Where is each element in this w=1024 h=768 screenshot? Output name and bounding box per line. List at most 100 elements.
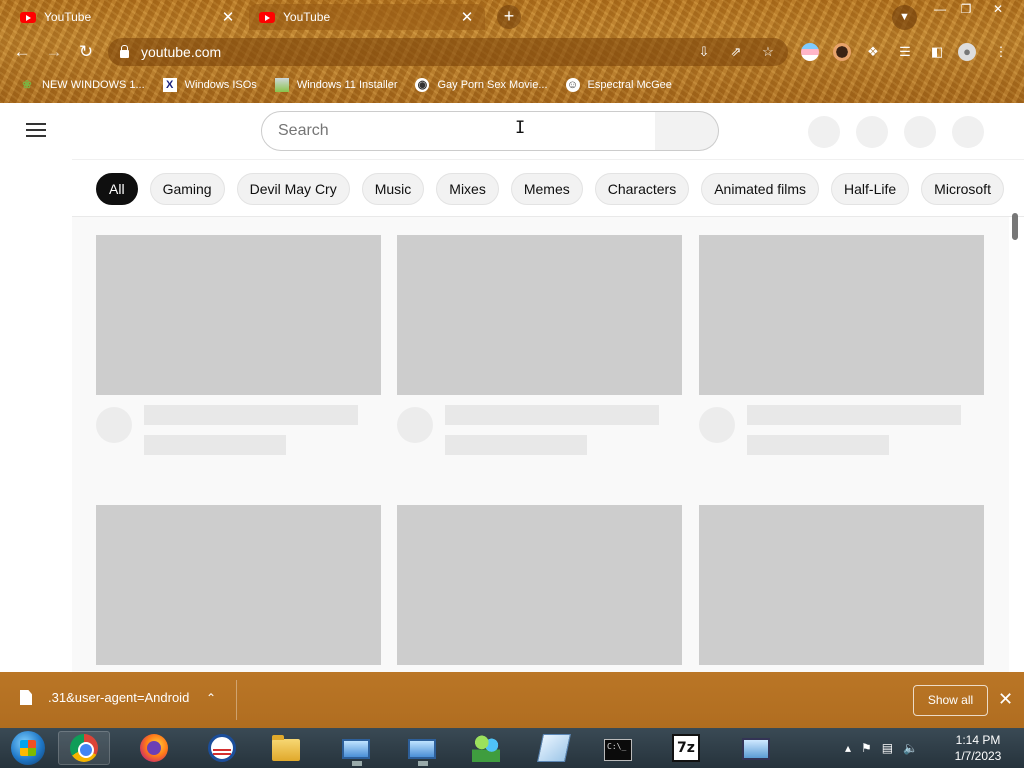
bookmark-movie-site[interactable]: ◉ Gay Porn Sex Movie... (415, 78, 548, 92)
taskbar-chrome[interactable] (58, 731, 110, 765)
channel-avatar-placeholder (397, 407, 433, 443)
youtube-favicon-icon (20, 11, 36, 23)
tab-youtube-1[interactable]: YouTube ✕ (10, 4, 246, 30)
new-tab-button[interactable]: + (497, 5, 521, 29)
menu-kebab-icon[interactable]: ⋮ (992, 43, 1010, 61)
youtube-page: I All Gaming Devil May Cry Music Mixes M… (0, 103, 1024, 672)
bookmark-label: Espectral McGee (587, 79, 672, 91)
guide-menu-icon[interactable] (26, 123, 46, 137)
video-thumbnail-placeholder[interactable] (96, 505, 381, 665)
chip-characters[interactable]: Characters (594, 173, 690, 205)
command-prompt-icon: C:\_ (604, 738, 632, 761)
header-placeholder-button[interactable] (904, 116, 936, 148)
bookmark-star-icon[interactable]: ☆ (760, 44, 776, 60)
system-tray: ▴ ⚑ ▤ 🔈 (845, 728, 928, 768)
extension-avatar-icon[interactable] (833, 43, 851, 61)
channel-avatar-placeholder (96, 407, 132, 443)
address-bar[interactable]: youtube.com ⇩ ⇗ ☆ (108, 38, 788, 66)
restore-icon[interactable]: ❐ (952, 2, 980, 18)
video-thumbnail-placeholder[interactable] (397, 235, 682, 395)
title-placeholder (747, 405, 961, 425)
bookmark-windows-isos[interactable]: X Windows ISOs (162, 78, 257, 92)
chevron-up-icon[interactable]: ⌃ (206, 691, 216, 705)
chip-microsoft[interactable]: Microsoft (921, 173, 1004, 205)
taskbar-computer-1[interactable] (330, 731, 382, 766)
reading-list-icon[interactable]: ☰ (896, 43, 914, 61)
video-thumbnail-placeholder[interactable] (699, 505, 984, 665)
tab-close-icon[interactable]: ✕ (459, 8, 475, 26)
chip-devil-may-cry[interactable]: Devil May Cry (236, 173, 350, 205)
bookmark-windows11-installer[interactable]: Windows 11 Installer (274, 78, 397, 92)
chip-memes[interactable]: Memes (510, 173, 583, 205)
chip-music[interactable]: Music (361, 173, 425, 205)
profile-icon[interactable]: ● (958, 43, 976, 61)
download-filename[interactable]: .31&user-agent=Android (48, 690, 189, 705)
taskbar-computer-2[interactable] (396, 731, 448, 766)
download-shelf: .31&user-agent=Android ⌃ Show all ✕ (0, 672, 1024, 728)
show-all-button[interactable]: Show all (913, 685, 988, 716)
start-button[interactable] (2, 731, 54, 765)
header-placeholder-button[interactable] (808, 116, 840, 148)
window-close-icon[interactable]: ✕ (984, 2, 1012, 18)
lock-icon[interactable] (120, 44, 129, 58)
taskbar-file-explorer[interactable] (260, 731, 312, 765)
chip-animated-films[interactable]: Animated films (701, 173, 820, 205)
image-icon (274, 78, 289, 92)
avatar-icon: ☺ (565, 78, 580, 92)
taskbar-obama-logo[interactable] (196, 731, 248, 765)
7zip-icon: 7z (672, 734, 700, 762)
side-panel-icon[interactable]: ◧ (928, 43, 946, 61)
search-input[interactable] (261, 111, 656, 151)
taskbar-document[interactable] (528, 731, 580, 765)
chip-bar: All Gaming Devil May Cry Music Mixes Mem… (72, 159, 1024, 217)
channel-avatar-placeholder (699, 407, 735, 443)
video-thumbnail-placeholder[interactable] (699, 235, 984, 395)
folder-icon (272, 735, 300, 761)
taskbar-7zip[interactable]: 7z (660, 731, 712, 765)
forward-arrow-icon[interactable]: → (42, 41, 66, 63)
video-thumbnail-placeholder[interactable] (397, 505, 682, 665)
action-center-flag-icon[interactable]: ⚑ (861, 741, 872, 755)
tab-strip: YouTube ✕ YouTube ✕ + ▼ — ❐ ✕ (0, 0, 1024, 34)
address-url[interactable]: youtube.com (141, 44, 221, 60)
meta-placeholder (144, 435, 286, 455)
bookmark-espectral-mcgee[interactable]: ☺ Espectral McGee (565, 78, 672, 92)
taskbar-clock[interactable]: 1:14 PM 1/7/2023 (948, 732, 1008, 764)
tab-youtube-2[interactable]: YouTube ✕ (249, 4, 485, 30)
header-placeholder-button[interactable] (856, 116, 888, 148)
taskbar-people[interactable] (460, 731, 512, 765)
tab-close-icon[interactable]: ✕ (220, 8, 236, 26)
install-app-icon[interactable]: ⇩ (696, 44, 712, 60)
page-scrollbar[interactable] (1012, 213, 1018, 240)
download-item[interactable]: .31&user-agent=Android (20, 690, 189, 705)
taskbar-remote-desktop[interactable] (730, 731, 782, 765)
video-grid (72, 217, 1009, 672)
taskbar-firefox[interactable] (128, 731, 180, 765)
chip-mixes[interactable]: Mixes (436, 173, 499, 205)
back-arrow-icon[interactable]: ← (10, 41, 34, 63)
search-button[interactable] (655, 111, 719, 151)
extensions-puzzle-icon[interactable]: ❖ (864, 43, 882, 61)
x-logo-icon: X (162, 78, 177, 92)
share-icon[interactable]: ⇗ (728, 44, 744, 60)
reload-icon[interactable]: ↻ (74, 41, 98, 63)
badge-icon: ◉ (415, 78, 430, 92)
chip-all[interactable]: All (96, 173, 138, 205)
minimize-icon[interactable]: — (926, 2, 954, 18)
title-placeholder (445, 405, 659, 425)
chip-half-life[interactable]: Half-Life (831, 173, 910, 205)
tray-chevron-up-icon[interactable]: ▴ (845, 741, 851, 755)
header-placeholder-button[interactable] (952, 116, 984, 148)
tab-search-chevron-icon[interactable]: ▼ (892, 5, 917, 30)
close-icon[interactable]: ✕ (998, 689, 1013, 710)
volume-icon[interactable]: 🔈 (903, 741, 918, 755)
video-thumbnail-placeholder[interactable] (96, 235, 381, 395)
chip-gaming[interactable]: Gaming (149, 173, 225, 205)
taskbar-command-prompt[interactable]: C:\_ (592, 731, 644, 765)
network-icon[interactable]: ▤ (882, 741, 893, 755)
people-icon (472, 734, 500, 762)
bookmark-new-windows[interactable]: ❀ NEW WINDOWS 1... (20, 78, 144, 92)
extension-flag-icon[interactable] (801, 43, 819, 61)
browser-chrome: YouTube ✕ YouTube ✕ + ▼ — ❐ ✕ ← → ↻ yout… (0, 0, 1024, 103)
tab-title: YouTube (44, 10, 92, 24)
